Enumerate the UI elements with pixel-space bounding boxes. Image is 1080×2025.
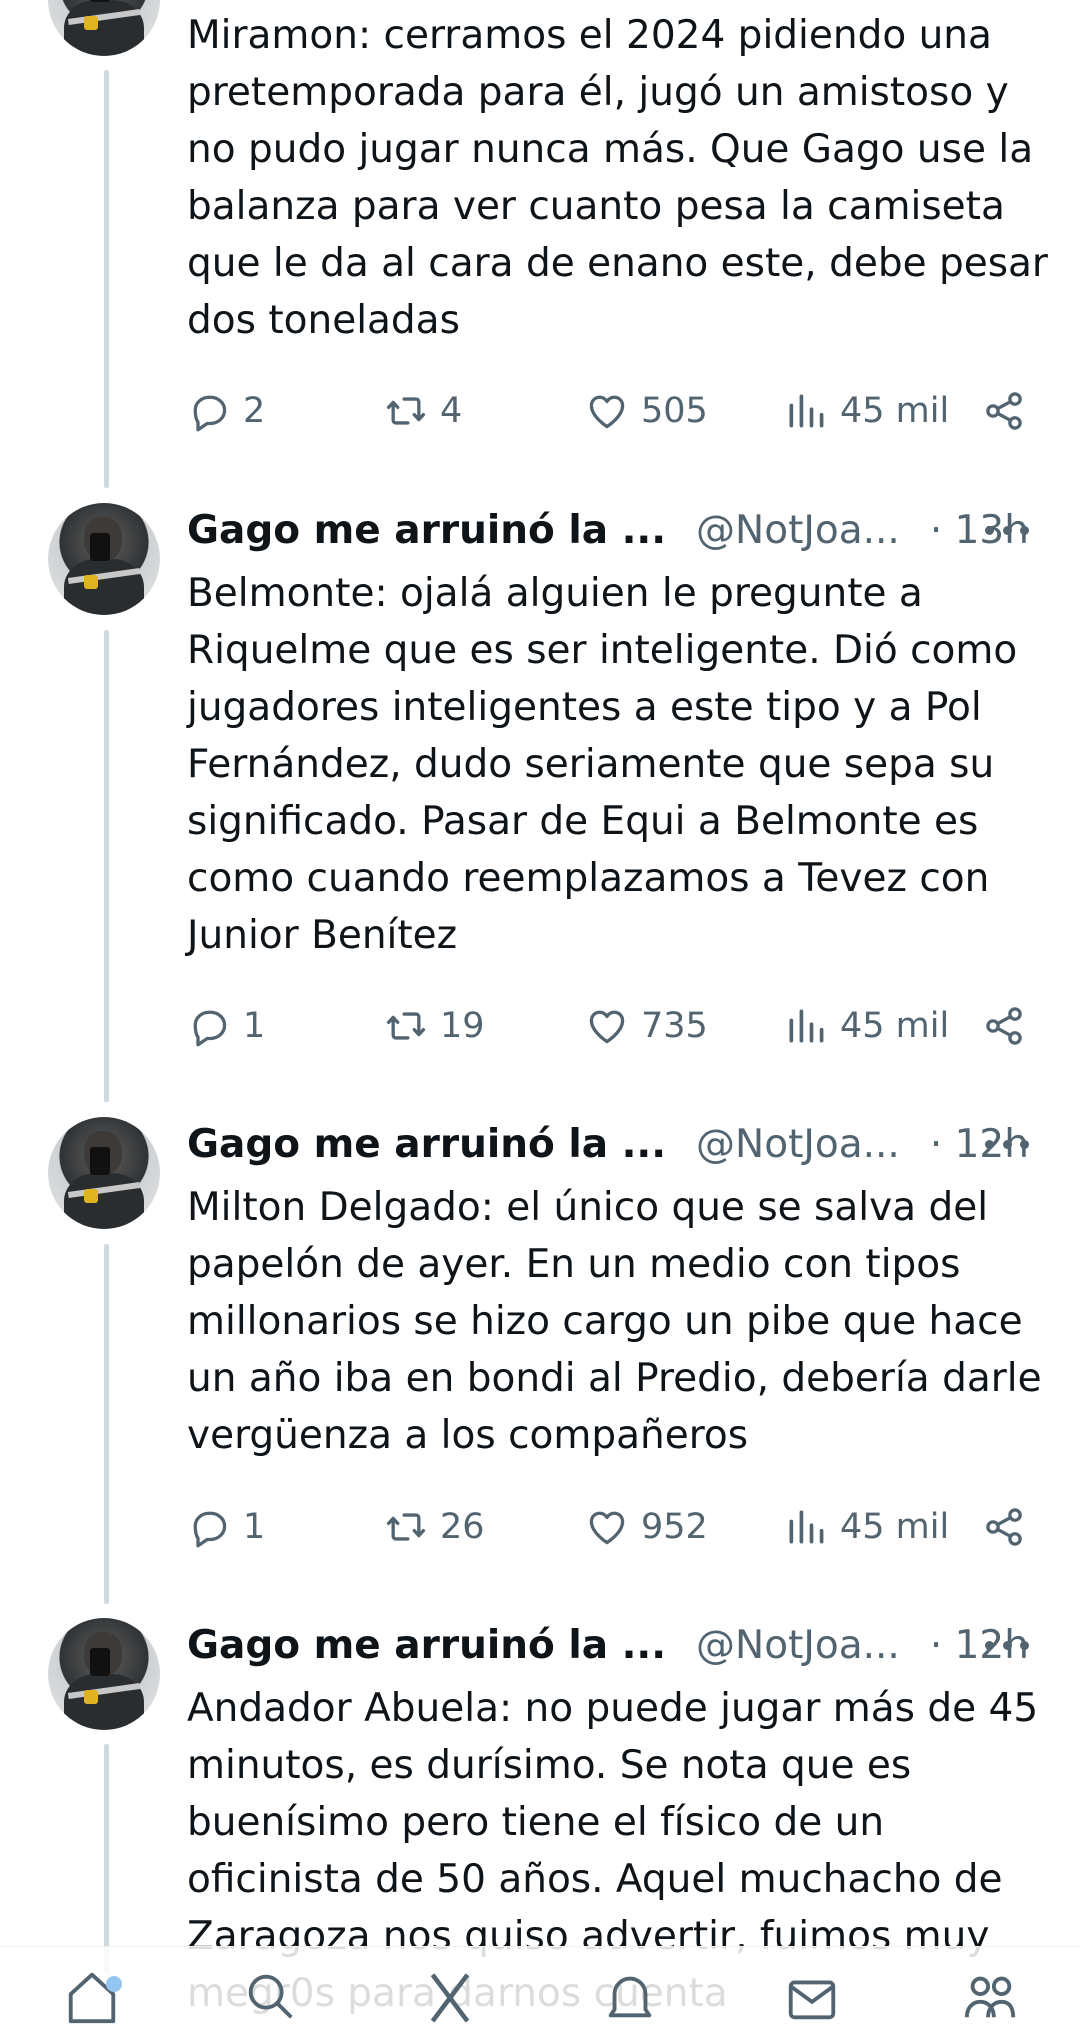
heart-icon — [589, 395, 625, 429]
views-button[interactable]: 45 mil — [784, 1497, 949, 1557]
retweet-count: 4 — [440, 391, 463, 431]
tweet-text: Milton Delgado: el único que se salva de… — [187, 1185, 1042, 1458]
share-icon — [986, 1007, 1022, 1045]
user-handle[interactable]: @NotJoa... — [696, 508, 900, 553]
avatar[interactable] — [48, 0, 160, 56]
notifications-icon[interactable] — [600, 1967, 660, 2025]
display-name[interactable]: Gago me arruinó la ... — [187, 1122, 666, 1167]
speech-bubble-icon — [193, 395, 227, 432]
like-count: 952 — [641, 1507, 708, 1547]
tweet-actions: 1 26 952 45 mil — [187, 1497, 1057, 1557]
user-handle[interactable]: @NotJoa... — [696, 1623, 900, 1668]
tweet-text: Miramon: cerramos el 2024 pidiendo una p… — [187, 13, 1048, 343]
heart-icon — [589, 1010, 625, 1044]
retweet-arrows-icon — [386, 1513, 426, 1541]
retweet-button[interactable]: 19 — [384, 996, 485, 1056]
bar-chart-icon — [789, 1510, 824, 1544]
communities-icon[interactable] — [960, 1967, 1020, 2025]
heart-icon — [589, 1511, 625, 1545]
ellipsis-icon[interactable] — [985, 1137, 1029, 1151]
like-button[interactable]: 505 — [585, 381, 708, 441]
bottom-nav — [0, 1946, 1080, 2025]
messages-icon[interactable] — [782, 1967, 842, 2025]
thread-line — [104, 1244, 109, 1604]
thread-line — [104, 630, 109, 1102]
ellipsis-icon[interactable] — [985, 523, 1029, 537]
tweet-header: Gago me arruinó la ... @NotJoa... · 12h — [187, 1620, 1029, 1670]
tweet-actions: 1 19 735 45 mil — [187, 996, 1057, 1056]
reply-button[interactable]: 2 — [187, 381, 265, 441]
share-button[interactable] — [982, 381, 1026, 441]
reply-button[interactable]: 1 — [187, 996, 265, 1056]
thread-line — [104, 70, 109, 488]
like-count: 735 — [641, 1006, 708, 1046]
share-button[interactable] — [982, 1497, 1026, 1557]
avatar[interactable] — [48, 503, 160, 615]
avatar[interactable] — [48, 1117, 160, 1229]
bar-chart-icon — [789, 1009, 824, 1043]
share-icon — [986, 392, 1022, 430]
views-button[interactable]: 45 mil — [784, 996, 949, 1056]
tweet-actions: 2 4 505 45 mil — [187, 381, 1057, 441]
retweet-count: 19 — [440, 1006, 485, 1046]
speech-bubble-icon — [193, 1010, 227, 1047]
tweet-header: Gago me arruinó la ... @NotJoa... · 12h — [187, 1119, 1029, 1169]
search-icon[interactable] — [240, 1967, 300, 2025]
retweet-arrows-icon — [386, 397, 426, 425]
grok-icon[interactable] — [420, 1967, 480, 2025]
retweet-button[interactable]: 4 — [384, 381, 462, 441]
reply-count: 1 — [243, 1507, 266, 1547]
thread-line — [104, 1744, 109, 1974]
speech-bubble-icon — [193, 1511, 227, 1548]
retweet-button[interactable]: 26 — [384, 1497, 485, 1557]
avatar[interactable] — [48, 1618, 160, 1730]
display-name[interactable]: Gago me arruinó la ... — [187, 508, 666, 553]
share-icon — [986, 1508, 1022, 1546]
ellipsis-icon[interactable] — [985, 1638, 1029, 1652]
reply-count: 1 — [243, 1006, 266, 1046]
bar-chart-icon — [789, 394, 824, 428]
views-count: 45 mil — [840, 1006, 950, 1046]
like-button[interactable]: 735 — [585, 996, 708, 1056]
like-count: 505 — [641, 391, 708, 431]
tweet-header: Gago me arruinó la ... @NotJoa... · 13h — [187, 505, 1029, 555]
views-count: 45 mil — [840, 1507, 950, 1547]
retweet-count: 26 — [440, 1507, 485, 1547]
views-count: 45 mil — [840, 391, 950, 431]
views-button[interactable]: 45 mil — [784, 381, 949, 441]
tweet-text: Belmonte: ojalá alguien le pregunte a Ri… — [187, 571, 1018, 958]
retweet-arrows-icon — [386, 1012, 426, 1040]
display-name[interactable]: Gago me arruinó la ... — [187, 1623, 666, 1668]
reply-count: 2 — [243, 391, 266, 431]
share-button[interactable] — [982, 996, 1026, 1056]
reply-button[interactable]: 1 — [187, 1497, 265, 1557]
like-button[interactable]: 952 — [585, 1497, 708, 1557]
unread-indicator — [106, 1976, 122, 1992]
user-handle[interactable]: @NotJoa... — [696, 1122, 900, 1167]
